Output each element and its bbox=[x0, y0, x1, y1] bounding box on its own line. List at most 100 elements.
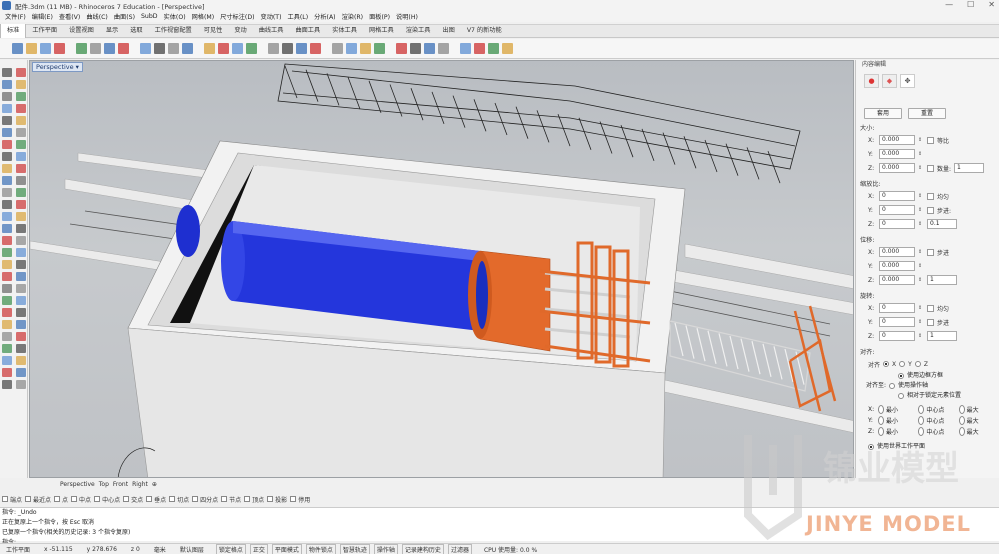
option-checkbox[interactable] bbox=[927, 192, 934, 200]
menu-item[interactable]: 渲染(R) bbox=[339, 12, 367, 21]
toolbar-tool-icon[interactable] bbox=[40, 43, 51, 54]
toolbar-tab[interactable]: 网格工具 bbox=[363, 24, 400, 38]
left-tool-icon[interactable] bbox=[16, 320, 26, 329]
osnap-checkbox[interactable] bbox=[290, 496, 297, 502]
viewport-tab[interactable]: ⊕ bbox=[152, 481, 157, 488]
left-tool-icon[interactable] bbox=[16, 92, 26, 101]
left-tool-icon[interactable] bbox=[2, 212, 12, 221]
world-plane-option[interactable]: 使用世界工作平面 bbox=[856, 442, 999, 452]
status-toggle[interactable]: 操作轴 bbox=[373, 543, 398, 554]
left-tool-icon[interactable] bbox=[2, 296, 12, 305]
status-toggle[interactable]: 物件锁点 bbox=[305, 543, 336, 554]
osnap-option[interactable]: 投影 bbox=[267, 495, 287, 504]
toolbar-tab[interactable]: 实体工具 bbox=[326, 24, 363, 38]
osnap-option[interactable]: 中点 bbox=[71, 495, 91, 504]
toolbar-tool-icon[interactable] bbox=[296, 43, 307, 54]
toolbar-tool-icon[interactable] bbox=[332, 43, 343, 54]
left-tool-icon[interactable] bbox=[16, 152, 26, 161]
left-tool-icon[interactable] bbox=[2, 188, 12, 197]
option-checkbox[interactable] bbox=[927, 206, 934, 214]
osnap-checkbox[interactable] bbox=[123, 496, 130, 502]
left-tool-icon[interactable] bbox=[16, 236, 26, 245]
toolbar-tool-icon[interactable] bbox=[218, 43, 229, 54]
minimize-button[interactable]: — bbox=[945, 0, 953, 9]
osnap-option[interactable]: 停用 bbox=[290, 495, 310, 504]
left-tool-icon[interactable] bbox=[2, 368, 12, 377]
align-grid-option[interactable]: 中心点 bbox=[918, 416, 958, 425]
spinner-icon[interactable]: ⇕ bbox=[918, 247, 924, 257]
toolbar-tool-icon[interactable] bbox=[204, 43, 215, 54]
spinner-icon[interactable]: ⇕ bbox=[918, 331, 924, 341]
left-tool-icon[interactable] bbox=[16, 260, 26, 269]
align-grid-option[interactable]: 最小 bbox=[878, 416, 918, 425]
osnap-option[interactable]: 交点 bbox=[123, 495, 143, 504]
left-tool-icon[interactable] bbox=[2, 164, 12, 173]
left-tool-icon[interactable] bbox=[16, 164, 26, 173]
menu-item[interactable]: 网格(M) bbox=[189, 12, 218, 21]
menu-item[interactable]: 曲面(S) bbox=[111, 12, 138, 21]
align-y-radio[interactable] bbox=[899, 361, 906, 367]
left-tool-icon[interactable] bbox=[16, 356, 26, 365]
toolbar-tab[interactable]: 工作视窗配置 bbox=[149, 24, 198, 38]
toolbar-tool-icon[interactable] bbox=[346, 43, 357, 54]
toolbar-tab[interactable]: 可见性 bbox=[198, 24, 229, 38]
left-tool-icon[interactable] bbox=[16, 380, 26, 389]
spinner-icon[interactable]: ⇕ bbox=[918, 275, 924, 285]
step-field[interactable]: 1 bbox=[927, 275, 957, 285]
left-tool-icon[interactable] bbox=[16, 128, 26, 137]
osnap-option[interactable]: 端点 bbox=[2, 495, 22, 504]
osnap-option[interactable]: 切点 bbox=[169, 495, 189, 504]
toolbar-tool-icon[interactable] bbox=[282, 43, 293, 54]
maximize-button[interactable]: ☐ bbox=[967, 0, 974, 9]
step-field[interactable]: 0.1 bbox=[927, 219, 957, 229]
osnap-checkbox[interactable] bbox=[54, 496, 61, 502]
spinner-icon[interactable]: ⇕ bbox=[918, 205, 924, 215]
osnap-option[interactable]: 中心点 bbox=[94, 495, 120, 504]
left-tool-icon[interactable] bbox=[16, 140, 26, 149]
toolbar-tab[interactable]: 渲染工具 bbox=[400, 24, 437, 38]
osnap-checkbox[interactable] bbox=[2, 496, 8, 502]
status-toggle[interactable]: 锁定格点 bbox=[215, 543, 246, 554]
left-tool-icon[interactable] bbox=[16, 248, 26, 257]
toolbar-tool-icon[interactable] bbox=[54, 43, 65, 54]
status-layer[interactable]: 默认图层 bbox=[178, 545, 206, 554]
material-icon[interactable]: ● bbox=[864, 74, 879, 88]
menu-item[interactable]: 尺寸标注(D) bbox=[217, 12, 257, 21]
toolbar-tool-icon[interactable] bbox=[424, 43, 435, 54]
toolbar-tool-icon[interactable] bbox=[360, 43, 371, 54]
osnap-checkbox[interactable] bbox=[169, 496, 176, 502]
menu-item[interactable]: 变动(T) bbox=[258, 12, 285, 21]
left-tool-icon[interactable] bbox=[16, 308, 26, 317]
size-value-field[interactable]: 0.000 bbox=[879, 135, 915, 145]
left-tool-icon[interactable] bbox=[16, 68, 26, 77]
toolbar-tab[interactable]: 工作平面 bbox=[26, 24, 63, 38]
menu-item[interactable]: 曲线(C) bbox=[83, 12, 111, 21]
toolbar-tool-icon[interactable] bbox=[12, 43, 23, 54]
viewport-tab[interactable]: Top bbox=[99, 481, 109, 488]
scale-value-field[interactable]: 0 bbox=[879, 205, 915, 215]
osnap-option[interactable]: 点 bbox=[54, 495, 68, 504]
align-grid-option[interactable]: 最小 bbox=[878, 405, 918, 414]
align-z-radio[interactable] bbox=[914, 361, 921, 367]
rotate-value-field[interactable]: 0 bbox=[879, 303, 915, 313]
toolbar-tool-icon[interactable] bbox=[182, 43, 193, 54]
osnap-checkbox[interactable] bbox=[192, 496, 199, 502]
left-tool-icon[interactable] bbox=[2, 272, 12, 281]
osnap-checkbox[interactable] bbox=[244, 496, 251, 502]
toolbar-tab[interactable]: 设置视图 bbox=[63, 24, 100, 38]
left-tool-icon[interactable] bbox=[16, 188, 26, 197]
toolbar-tool-icon[interactable] bbox=[410, 43, 421, 54]
status-toggle[interactable]: 智慧轨迹 bbox=[339, 543, 370, 554]
align-grid-option[interactable]: 最大 bbox=[958, 416, 999, 425]
step-field[interactable]: 1 bbox=[954, 163, 985, 173]
left-tool-icon[interactable] bbox=[16, 332, 26, 341]
left-tool-icon[interactable] bbox=[16, 272, 26, 281]
spinner-icon[interactable]: ⇕ bbox=[918, 135, 924, 145]
chevron-down-icon[interactable]: ▾ bbox=[76, 63, 79, 71]
status-plane[interactable]: 工作平面 bbox=[4, 545, 32, 554]
status-toggle[interactable]: 正交 bbox=[249, 543, 268, 554]
align-grid-option[interactable]: 最大 bbox=[958, 405, 999, 414]
option-checkbox[interactable] bbox=[927, 318, 934, 326]
osnap-checkbox[interactable] bbox=[267, 496, 274, 502]
toolbar-tool-icon[interactable] bbox=[474, 43, 485, 54]
